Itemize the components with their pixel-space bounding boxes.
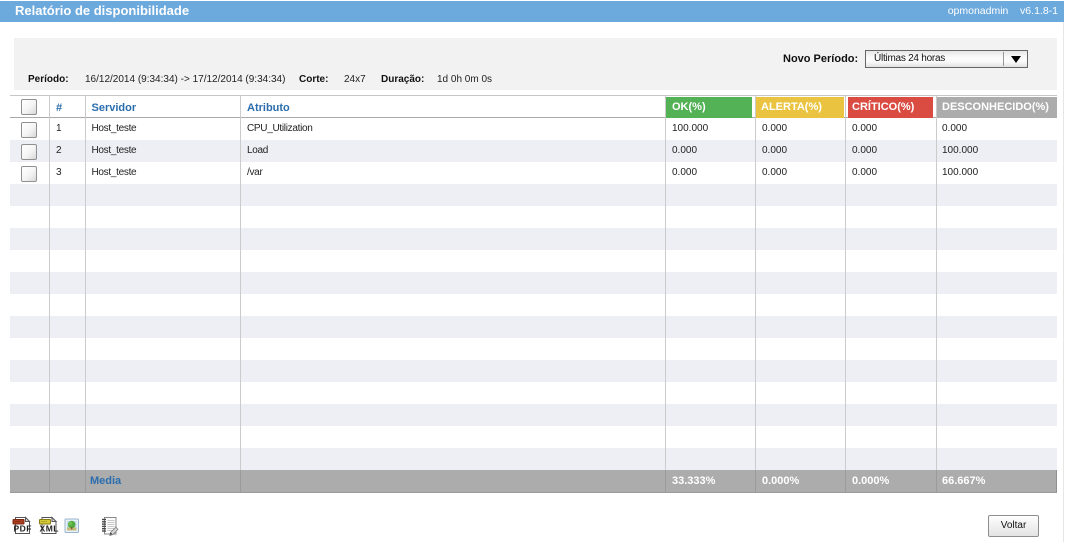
svg-text:XML: XML	[40, 524, 59, 534]
svg-text:PDF: PDF	[14, 524, 32, 534]
